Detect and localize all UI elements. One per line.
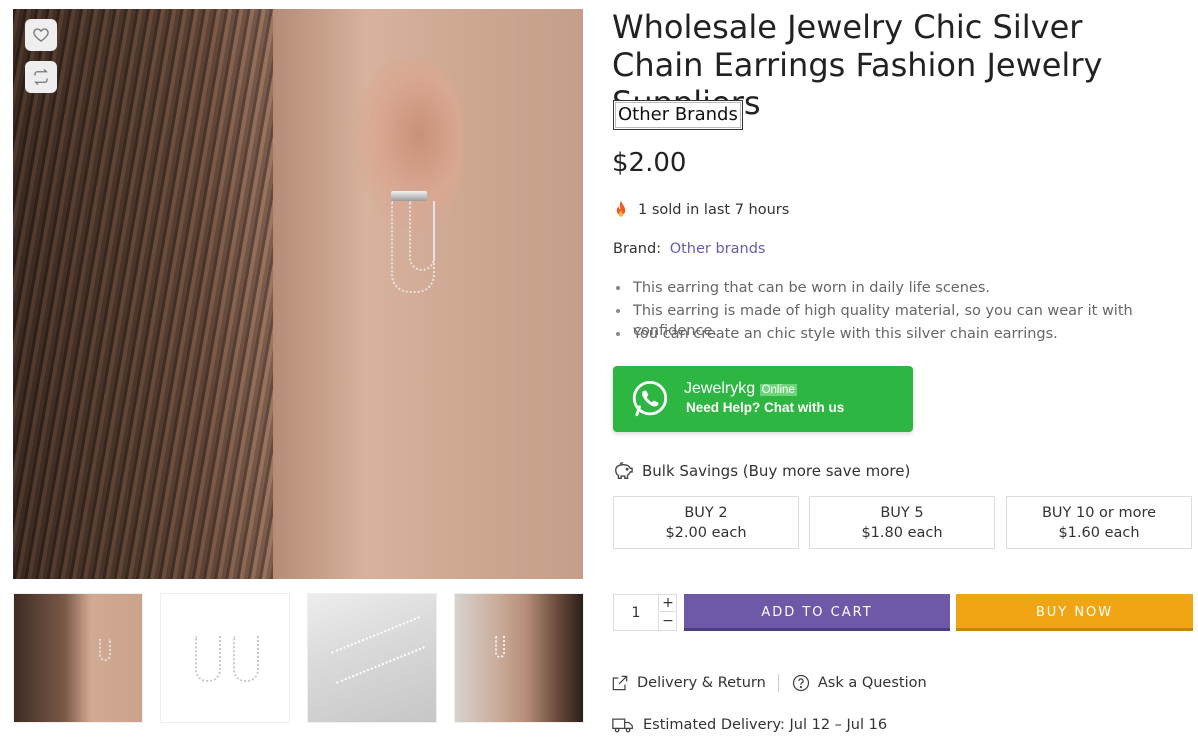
add-to-cart-button[interactable]: ADD TO CART — [684, 594, 950, 631]
main-product-image[interactable] — [13, 9, 583, 579]
help-text: Need Help? Chat with us — [686, 400, 845, 415]
tier-price: $1.60 each — [1058, 525, 1140, 541]
compare-button[interactable] — [25, 61, 57, 93]
tier-price: $2.00 each — [665, 525, 747, 541]
online-badge: Online — [759, 384, 797, 396]
thumb-earring — [233, 636, 259, 682]
link-divider — [777, 674, 779, 692]
thumb-earring — [99, 639, 111, 661]
earring-bar — [391, 191, 427, 201]
brand-label: Brand: — [613, 241, 662, 257]
bulk-savings-title: Bulk Savings (Buy more save more) — [642, 462, 911, 480]
feature-item: This earring that can be worn in daily l… — [613, 278, 1198, 301]
hair-area — [13, 9, 273, 579]
question-circle-icon — [792, 674, 809, 692]
thumbnail[interactable] — [13, 593, 143, 723]
sold-text: 1 sold in last 7 hours — [638, 202, 790, 218]
delivery-return-link[interactable]: Delivery & Return — [610, 673, 766, 693]
brand-line: Brand: Other brands — [613, 241, 765, 257]
buy-now-button[interactable]: BUY NOW — [956, 594, 1193, 631]
quantity-input[interactable] — [614, 595, 658, 630]
feature-item: You can create an chic style with this s… — [613, 324, 1198, 347]
delivery-return-label: Delivery & Return — [637, 675, 766, 691]
fire-icon — [616, 200, 626, 217]
product-price: $2.00 — [612, 148, 687, 178]
quantity-increase-button[interactable]: + — [658, 595, 677, 612]
info-links: Delivery & Return Ask a Question — [610, 673, 927, 693]
bulk-tier-10[interactable]: BUY 10 or more $1.60 each — [1006, 496, 1192, 549]
tier-label: BUY 10 or more — [1041, 505, 1157, 521]
sold-indicator: 1 sold in last 7 hours — [612, 200, 789, 220]
thumbnail[interactable] — [454, 593, 584, 723]
heart-icon — [33, 28, 49, 42]
ask-question-link[interactable]: Ask a Question — [791, 673, 927, 693]
agent-name: Jewelrykg — [684, 380, 756, 397]
thumbnail[interactable] — [307, 593, 437, 723]
truck-icon — [612, 718, 633, 733]
quantity-stepper: + − — [613, 594, 677, 631]
whatsapp-text: Jewelrykg Online Need Help? Chat with us — [684, 380, 844, 418]
thumbnail-strip — [13, 593, 584, 723]
wishlist-button[interactable] — [25, 19, 57, 51]
bulk-tier-5[interactable]: BUY 5 $1.80 each — [809, 496, 995, 549]
bulk-savings-heading: Bulk Savings (Buy more save more) — [612, 461, 910, 481]
piggy-bank-icon — [615, 462, 633, 479]
whatsapp-icon — [632, 380, 668, 417]
thumb-earring — [195, 636, 221, 682]
brand-chip[interactable]: Other Brands — [613, 100, 743, 130]
share-box-icon — [612, 675, 628, 691]
brand-link[interactable]: Other brands — [670, 241, 766, 257]
bulk-tier-2[interactable]: BUY 2 $2.00 each — [613, 496, 799, 549]
feature-item: This earring is made of high quality mat… — [613, 301, 1198, 339]
feature-list: This earring that can be worn in daily l… — [613, 278, 1198, 347]
thumbnail[interactable] — [160, 593, 290, 723]
tier-price: $1.80 each — [861, 525, 943, 541]
quantity-decrease-button[interactable]: − — [658, 613, 677, 630]
whatsapp-name-line: Jewelrykg Online — [684, 380, 844, 398]
whatsapp-chat-button[interactable]: Jewelrykg Online Need Help? Chat with us — [613, 366, 913, 432]
delivery-text: Estimated Delivery: Jul 12 – Jul 16 — [643, 717, 888, 733]
tier-label: BUY 2 — [684, 505, 728, 521]
thumb-earring — [495, 636, 505, 658]
estimated-delivery: Estimated Delivery: Jul 12 – Jul 16 — [612, 716, 887, 734]
tier-label: BUY 5 — [880, 505, 924, 521]
thumb-chain — [336, 646, 425, 684]
ask-question-label: Ask a Question — [817, 675, 927, 691]
earring-chain — [409, 201, 435, 271]
thumb-chain — [331, 616, 420, 654]
compare-icon — [34, 69, 48, 85]
